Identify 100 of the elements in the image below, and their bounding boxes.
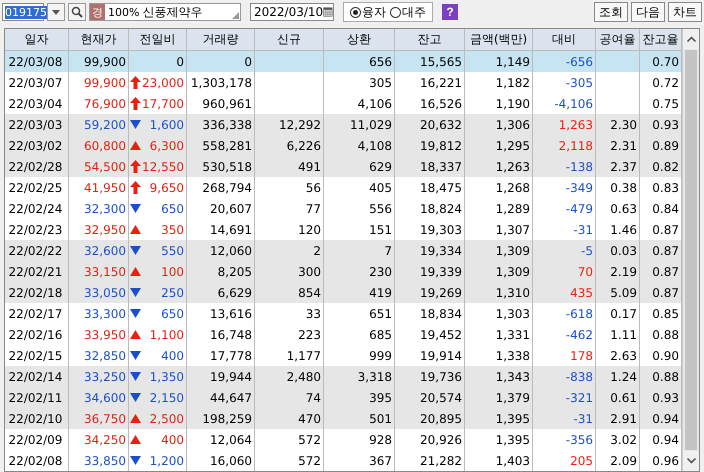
table-row[interactable]: 22/02/11 34,600 2,150 44,647 74 395 20,574 1,379 -321 0.61 0.93 (5, 387, 682, 408)
radio-option[interactable]: 대주 (390, 4, 426, 20)
up-arrow-icon (130, 97, 141, 110)
column-header[interactable]: 금액(백만) (465, 29, 533, 51)
table-cell: 33,250 (69, 366, 129, 387)
table-row[interactable]: 22/02/15 32,850 400 17,778 1,177 999 19,914 1,338 178 2.63 0.90 (5, 345, 682, 366)
down-triangle-icon (130, 309, 141, 318)
table-cell: 1,343 (465, 366, 533, 387)
table-cell: 0.88 (640, 366, 682, 387)
table-cell: 12,060 (187, 240, 255, 261)
table-cell: 1,306 (465, 114, 533, 135)
column-header[interactable]: 상환 (324, 29, 395, 51)
table-cell: 2,150 (129, 387, 187, 408)
scrollbar[interactable] (682, 29, 699, 471)
table-cell: -321 (533, 387, 596, 408)
down-triangle-icon (130, 204, 141, 213)
column-header[interactable]: 일자 (5, 29, 69, 51)
table-row[interactable]: 22/03/07 99,900 23,000 1,303,178 305 16,221 1,182 -305 0.72 (5, 72, 682, 93)
table-cell: 11,029 (324, 114, 395, 135)
table-row[interactable]: 22/02/10 36,750 2,500 198,259 470 501 20,895 1,395 -31 2.91 0.94 (5, 408, 682, 429)
market-badge: 경 (90, 4, 105, 20)
table-cell: 7 (324, 240, 395, 261)
table-cell: 0.89 (640, 135, 682, 156)
table-cell: 2 (255, 240, 324, 261)
table-row[interactable]: 22/02/28 54,500 12,550 530,518 491 629 18,337 1,263 -138 2.37 0.82 (5, 156, 682, 177)
stock-code-field[interactable]: 019175 (2, 3, 44, 21)
table-cell: 20,895 (395, 408, 465, 429)
table-cell: 650 (129, 303, 187, 324)
table-row[interactable]: 22/03/03 59,200 1,600 336,338 12,292 11,029 20,632 1,306 1,263 2.30 0.93 (5, 114, 682, 135)
column-header[interactable]: 공여율 (596, 29, 640, 51)
table-cell: 0.93 (640, 114, 682, 135)
column-header[interactable]: 거래량 (187, 29, 255, 51)
toolbar-button[interactable]: 차트 (668, 2, 702, 22)
table-cell: 1,600 (129, 114, 187, 135)
date-field[interactable]: 2022/03/10 (250, 3, 334, 21)
table-cell: 1,309 (465, 240, 533, 261)
table-cell: 2.37 (596, 156, 640, 177)
table-row[interactable]: 22/02/23 32,950 350 14,691 120 151 19,303 1,307 -31 1.46 0.87 (5, 219, 682, 240)
table-row[interactable]: 22/02/18 33,050 250 6,629 854 419 19,269 1,310 435 5.09 0.87 (5, 282, 682, 303)
toolbar-button[interactable]: 조회 (594, 2, 628, 22)
table-row[interactable]: 22/02/14 33,250 1,350 19,944 2,480 3,318 19,736 1,343 -838 1.24 0.88 (5, 366, 682, 387)
table-cell: 22/02/28 (5, 156, 69, 177)
down-triangle-icon (130, 288, 141, 297)
column-header[interactable]: 잔고 (395, 29, 465, 51)
table-cell: 395 (324, 387, 395, 408)
table-row[interactable]: 22/02/09 34,250 400 12,064 572 928 20,926 1,395 -356 3.02 0.94 (5, 429, 682, 450)
table-cell: -5 (533, 240, 596, 261)
table-cell: 22/02/22 (5, 240, 69, 261)
column-header[interactable]: 대비 (533, 29, 596, 51)
table-cell: 470 (255, 408, 324, 429)
calendar-icon[interactable] (323, 5, 333, 19)
table-row[interactable]: 22/02/24 32,300 650 20,607 77 556 18,824 1,289 -479 0.63 0.84 (5, 198, 682, 219)
table-row[interactable]: 22/02/08 33,850 1,200 16,060 572 367 21,282 1,403 205 2.09 0.96 (5, 450, 682, 471)
toolbar-button[interactable]: 다음 (631, 2, 665, 22)
chevron-down-icon (686, 458, 696, 464)
table-cell: 0.87 (640, 282, 682, 303)
table-cell: -656 (533, 51, 596, 72)
column-header[interactable]: 신규 (255, 29, 324, 51)
table-cell: 19,339 (395, 261, 465, 282)
scroll-thumb[interactable] (685, 50, 697, 450)
table-cell: 0.82 (640, 156, 682, 177)
stock-name: 신풍제약우 (142, 4, 202, 20)
table-row[interactable]: 22/03/02 60,800 6,300 558,281 6,226 4,108 19,812 1,295 2,118 2.31 0.89 (5, 135, 682, 156)
column-header[interactable]: 전일비 (129, 29, 187, 51)
table-cell: 1,350 (129, 366, 187, 387)
table-row[interactable]: 22/03/04 76,900 17,700 960,961 4,106 16,526 1,190 -4,106 0.75 (5, 93, 682, 114)
dropdown-button[interactable] (47, 3, 65, 21)
table-row[interactable]: 22/02/25 41,950 9,650 268,794 56 405 18,475 1,268 -349 0.38 0.83 (5, 177, 682, 198)
column-header[interactable]: 현재가 (69, 29, 129, 51)
up-arrow-icon (130, 160, 141, 173)
radio-option[interactable]: 융자 (350, 4, 386, 20)
search-icon (71, 6, 83, 18)
help-button[interactable]: ? (442, 4, 458, 20)
table-cell: 70 (533, 261, 596, 282)
table-cell: 17,700 (129, 93, 187, 114)
table-row[interactable]: 22/02/17 33,300 650 13,616 33 651 18,834 1,303 -618 0.17 0.85 (5, 303, 682, 324)
table-row[interactable]: 22/03/08 99,900 0 0 656 15,565 1,149 -656 0.70 (5, 51, 682, 72)
column-header[interactable]: 잔고율 (640, 29, 682, 51)
table-cell: 1,395 (465, 408, 533, 429)
table-row[interactable]: 22/02/16 33,950 1,100 16,748 223 685 19,452 1,331 -462 1.11 0.88 (5, 324, 682, 345)
table-row[interactable]: 22/02/21 33,150 100 8,205 300 230 19,339 1,309 70 2.19 0.87 (5, 261, 682, 282)
scroll-up-button[interactable] (683, 29, 699, 49)
table-cell: 22/02/21 (5, 261, 69, 282)
table-cell: 6,300 (129, 135, 187, 156)
stock-name-field[interactable]: 경 100% 신풍제약우 (89, 3, 241, 21)
table-cell: 0 (129, 51, 187, 72)
table-cell: 0.87 (640, 240, 682, 261)
up-arrow-icon (130, 76, 141, 89)
table-row[interactable]: 22/02/22 32,600 550 12,060 2 7 19,334 1,309 -5 0.03 0.87 (5, 240, 682, 261)
table-cell: 54,500 (69, 156, 129, 177)
table-cell: 2,118 (533, 135, 596, 156)
down-triangle-icon (130, 372, 141, 381)
search-button[interactable] (68, 3, 86, 21)
table-cell: 33,050 (69, 282, 129, 303)
table-cell: 19,812 (395, 135, 465, 156)
scroll-down-button[interactable] (683, 451, 699, 471)
table-cell: 20,574 (395, 387, 465, 408)
table-cell: 629 (324, 156, 395, 177)
table-cell: 18,337 (395, 156, 465, 177)
table-cell: 0.03 (596, 240, 640, 261)
